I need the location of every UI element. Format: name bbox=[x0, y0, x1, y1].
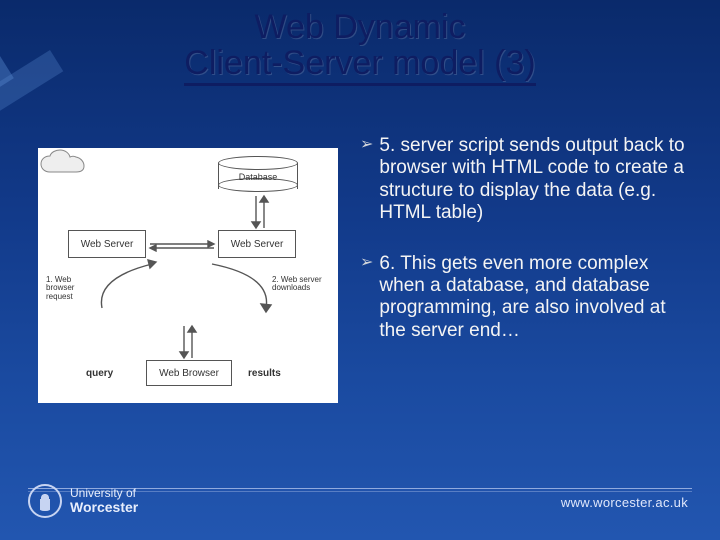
university-name: University of Worcester bbox=[70, 487, 138, 514]
cloud-browser-arrow bbox=[178, 324, 198, 360]
architecture-diagram: Database Web Server Web Server Web Brows… bbox=[38, 148, 338, 403]
crest-icon bbox=[28, 484, 62, 518]
step1-label: 1. Web browser request bbox=[46, 276, 98, 301]
bullet-item: ➢ 6. This gets even more complex when a … bbox=[360, 253, 696, 343]
uni-main: Worcester bbox=[70, 500, 138, 515]
bullet-number: 6. bbox=[379, 253, 395, 274]
slide: Web Dynamic Client-Server model (3) Data… bbox=[0, 0, 720, 540]
internet-cloud-icon bbox=[38, 148, 100, 180]
step2-label: 2. Web server downloads bbox=[272, 276, 332, 293]
bullet-marker-icon: ➢ bbox=[360, 253, 373, 343]
database-icon: Database bbox=[218, 156, 298, 192]
bullet-body: server script sends output back to brows… bbox=[379, 135, 684, 223]
bullet-body: This gets even more complex when a datab… bbox=[379, 253, 665, 341]
db-server-arrow bbox=[250, 194, 270, 230]
slide-title: Web Dynamic Client-Server model (3) bbox=[184, 10, 535, 86]
bullet-text: 5. server script sends output back to br… bbox=[379, 135, 696, 225]
results-label: results bbox=[248, 368, 281, 379]
university-logo: University of Worcester bbox=[28, 484, 138, 518]
web-browser-box: Web Browser bbox=[146, 360, 232, 386]
bullet-number: 5. bbox=[379, 135, 395, 156]
bullet-list: ➢ 5. server script sends output back to … bbox=[360, 135, 696, 370]
footer-url: www.worcester.ac.uk bbox=[561, 495, 688, 510]
title-line1: Web Dynamic bbox=[254, 8, 465, 46]
title-block: Web Dynamic Client-Server model (3) bbox=[0, 10, 720, 86]
footer: University of Worcester www.worcester.ac… bbox=[0, 470, 720, 540]
bullet-text: 6. This gets even more complex when a da… bbox=[379, 253, 696, 343]
query-label: query bbox=[86, 368, 113, 379]
web-server-left: Web Server bbox=[68, 230, 146, 258]
server-server-arrow bbox=[146, 240, 218, 252]
browser-to-cloud-arrow bbox=[96, 258, 166, 314]
cloud-to-server-arrow bbox=[206, 258, 276, 314]
database-label: Database bbox=[218, 172, 298, 182]
bullet-item: ➢ 5. server script sends output back to … bbox=[360, 135, 696, 225]
web-server-right: Web Server bbox=[218, 230, 296, 258]
bullet-marker-icon: ➢ bbox=[360, 135, 373, 225]
title-line2: Client-Server model (3) bbox=[184, 44, 535, 82]
